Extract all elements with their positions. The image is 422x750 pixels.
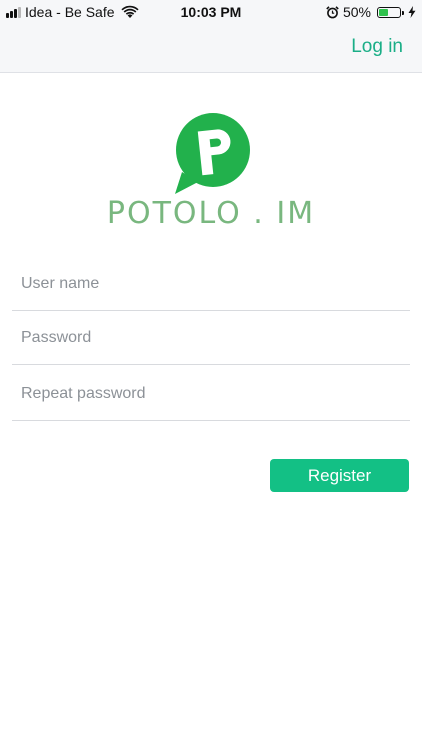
repeat-password-field-container — [12, 367, 410, 421]
login-link[interactable]: Log in — [351, 36, 403, 58]
status-right: 50% — [326, 4, 416, 20]
alarm-icon — [326, 5, 339, 18]
charging-bolt-icon — [408, 6, 416, 18]
potolo-logo-icon — [175, 113, 250, 194]
battery-percent: 50% — [342, 4, 371, 20]
register-screen: Idea - Be Safe 10:03 PM 50% Log in POTOL… — [0, 0, 422, 750]
repeat-password-input[interactable] — [12, 367, 410, 420]
battery-level-fill — [379, 8, 388, 16]
username-field-container — [12, 257, 410, 311]
logo-wordmark: POTOLO . IM — [106, 196, 316, 231]
status-bar: Idea - Be Safe 10:03 PM 50% — [0, 0, 422, 24]
password-input[interactable] — [12, 311, 410, 364]
password-field-container — [12, 311, 410, 365]
register-button[interactable]: Register — [270, 459, 409, 492]
username-input[interactable] — [12, 257, 410, 310]
top-bar: Idea - Be Safe 10:03 PM 50% Log in — [0, 0, 422, 73]
battery-icon — [377, 6, 404, 18]
brand-logo: POTOLO . IM — [0, 112, 422, 231]
